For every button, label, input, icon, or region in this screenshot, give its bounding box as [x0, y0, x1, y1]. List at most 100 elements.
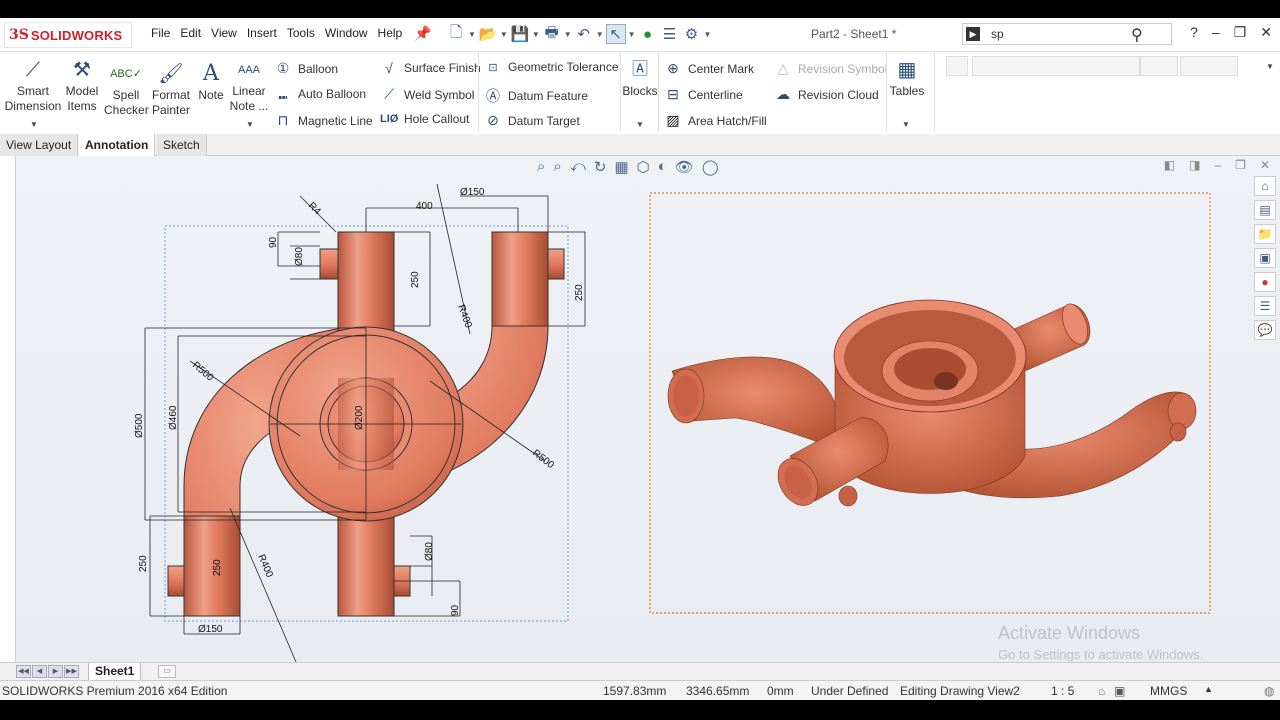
tab-sketch[interactable]: Sketch: [157, 134, 207, 156]
text-format-field[interactable]: [1180, 56, 1238, 76]
dim-radius-400-bottom[interactable]: R400: [255, 553, 275, 580]
restore-icon[interactable]: ❐: [1234, 24, 1247, 41]
help-icon[interactable]: ?: [1190, 24, 1198, 41]
dim-250-bottom-pipe[interactable]: 250: [212, 559, 223, 576]
status-scale[interactable]: 1 : 5: [1051, 684, 1074, 698]
search-commands-icon[interactable]: ▶: [966, 27, 980, 41]
smart-dimension-button[interactable]: ⟋ Smart Dimension: [4, 58, 62, 114]
revision-cloud-button[interactable]: ☁ Revision Cloud: [774, 86, 879, 103]
search-icon[interactable]: ⚲: [1131, 25, 1143, 45]
save-icon[interactable]: 💾: [510, 24, 530, 44]
search-input-value[interactable]: sp: [991, 27, 1004, 41]
rebuild-traffic-light-icon[interactable]: ●: [638, 24, 658, 44]
format-painter-button[interactable]: 🖌 Format Painter: [151, 62, 191, 118]
dim-radius-500-left[interactable]: R500: [190, 360, 216, 384]
menu-view[interactable]: View: [206, 26, 242, 40]
rebuild-status-icon[interactable]: ⌂: [1098, 684, 1105, 698]
hole-callout-button[interactable]: LIØ Hole Callout: [380, 112, 469, 126]
balloon-button[interactable]: ① Balloon: [274, 60, 338, 77]
datum-feature-button[interactable]: Ⓐ Datum Feature: [484, 86, 588, 106]
magnetic-line-button[interactable]: ⊓ Magnetic Line: [274, 112, 373, 129]
note-button[interactable]: A Note: [196, 62, 226, 103]
dim-250-right[interactable]: 250: [574, 284, 585, 301]
centerline-button[interactable]: ⊟ Centerline: [664, 86, 743, 103]
status-units[interactable]: MMGS: [1150, 684, 1187, 698]
tables-dropdown-icon[interactable]: ▼: [902, 120, 910, 129]
undo-icon[interactable]: ↶: [574, 24, 594, 44]
datum-target-button[interactable]: ⊘ Datum Target: [484, 112, 580, 129]
menu-tools[interactable]: Tools: [282, 26, 320, 40]
close-icon[interactable]: ✕: [1260, 24, 1272, 41]
dim-400-top[interactable]: 400: [416, 201, 433, 212]
spell-checker-button[interactable]: ABC✓ Spell Checker: [104, 62, 149, 118]
tab-annotation[interactable]: Annotation: [79, 134, 156, 156]
status-help-icon[interactable]: ◍: [1264, 684, 1274, 698]
options-dropdown-icon[interactable]: ▼: [704, 30, 712, 39]
revision-symbol-button[interactable]: △ Revision Symbol: [774, 60, 888, 77]
dim-radius-500-right[interactable]: R500: [530, 448, 556, 472]
menu-file[interactable]: File: [146, 26, 175, 40]
dim-diameter-460[interactable]: Ø460: [168, 405, 179, 430]
previous-sheet-icon[interactable]: ◀: [32, 665, 47, 678]
select-dropdown-icon[interactable]: ▼: [628, 30, 636, 39]
menu-edit[interactable]: Edit: [175, 26, 206, 40]
dim-diameter-80-top[interactable]: Ø80: [294, 247, 305, 266]
save-dropdown-icon[interactable]: ▼: [532, 30, 540, 39]
font-select[interactable]: [972, 56, 1140, 76]
new-dropdown-icon[interactable]: ▼: [468, 30, 476, 39]
minimize-icon[interactable]: –: [1212, 24, 1220, 41]
blocks-button[interactable]: 🄰 Blocks: [622, 58, 658, 99]
graphics-area[interactable]: ⌕ ⌕ ⤺ ↻ ▦ ⬡ ◐ 👁 ◯ ◧ ◨ – ❐ ✕ ⌂ ▤ 📁 ▣ ● ☰ …: [0, 156, 1280, 662]
solidworks-logo[interactable]: 3S SOLIDWORKS: [4, 22, 132, 48]
surface-finish-button[interactable]: √ Surface Finish: [380, 60, 481, 76]
tab-view-layout[interactable]: View Layout: [0, 134, 79, 156]
format-toolbar-dropdown-icon[interactable]: ▼: [1266, 62, 1274, 71]
model-items-button[interactable]: ⚒ Model Items: [64, 58, 100, 114]
new-document-icon[interactable]: 🗋: [446, 24, 466, 44]
dim-diameter-150-top[interactable]: Ø150: [460, 187, 485, 198]
dim-radius-4[interactable]: R4: [306, 200, 323, 217]
undo-dropdown-icon[interactable]: ▼: [596, 30, 604, 39]
dim-radius-400-top[interactable]: R400: [455, 303, 474, 330]
center-mark-button[interactable]: ⊕ Center Mark: [664, 60, 754, 77]
last-sheet-icon[interactable]: ▶▶: [64, 665, 79, 678]
drawing-view-isometric[interactable]: [649, 192, 1211, 614]
select-cursor-icon[interactable]: ↖: [605, 24, 626, 44]
tables-button[interactable]: ▦ Tables: [888, 58, 926, 99]
dim-diameter-200[interactable]: Ø200: [354, 405, 365, 430]
open-folder-icon[interactable]: 📂: [478, 24, 498, 44]
note-dropdown-icon[interactable]: ▼: [246, 120, 254, 129]
next-sheet-icon[interactable]: ▶: [48, 665, 63, 678]
dim-250-bottom-left[interactable]: 250: [138, 555, 149, 572]
first-sheet-icon[interactable]: ◀◀: [16, 665, 31, 678]
text-style-icon[interactable]: [946, 56, 968, 76]
auto-balloon-button[interactable]: ⑉ Auto Balloon: [274, 86, 366, 102]
open-dropdown-icon[interactable]: ▼: [500, 30, 508, 39]
add-sheet-icon[interactable]: ▭: [158, 665, 176, 678]
dim-90-bottom[interactable]: 90: [450, 604, 461, 616]
file-properties-icon[interactable]: ☰: [660, 24, 680, 44]
sheet-tab[interactable]: Sheet1: [88, 663, 142, 681]
dim-250-center-pipe[interactable]: 250: [410, 271, 421, 288]
search-box[interactable]: ▶ sp ⚲: [962, 23, 1172, 45]
drawing-view-top[interactable]: Ø150 400 R4 90 Ø80 250 R400 250 R500 Ø50…: [134, 183, 586, 662]
dim-diameter-500[interactable]: Ø500: [134, 413, 145, 438]
linear-note-button[interactable]: AAA Linear Note ...: [228, 58, 270, 114]
dim-diameter-150-bottom[interactable]: Ø150: [198, 624, 223, 635]
font-size-select[interactable]: [1140, 56, 1178, 76]
print-dropdown-icon[interactable]: ▼: [564, 30, 572, 39]
pin-icon[interactable]: 📌: [414, 25, 431, 42]
area-hatch-button[interactable]: ▨ Area Hatch/Fill: [664, 112, 766, 129]
status-quick-tips-icon[interactable]: ▣: [1114, 684, 1125, 698]
options-gear-icon[interactable]: ⚙: [682, 24, 702, 44]
print-icon[interactable]: 🖶: [542, 24, 562, 44]
menu-help[interactable]: Help: [373, 26, 408, 40]
menu-insert[interactable]: Insert: [242, 26, 282, 40]
dim-diameter-80-bottom[interactable]: Ø80: [424, 542, 435, 561]
smart-dimension-dropdown-icon[interactable]: ▼: [30, 120, 38, 129]
weld-symbol-button[interactable]: ⟋ Weld Symbol: [380, 86, 474, 103]
units-dropdown-icon[interactable]: ▲: [1204, 684, 1213, 694]
menu-window[interactable]: Window: [320, 26, 373, 40]
blocks-dropdown-icon[interactable]: ▼: [636, 120, 644, 129]
geometric-tolerance-button[interactable]: ⊡ Geometric Tolerance: [484, 60, 618, 74]
